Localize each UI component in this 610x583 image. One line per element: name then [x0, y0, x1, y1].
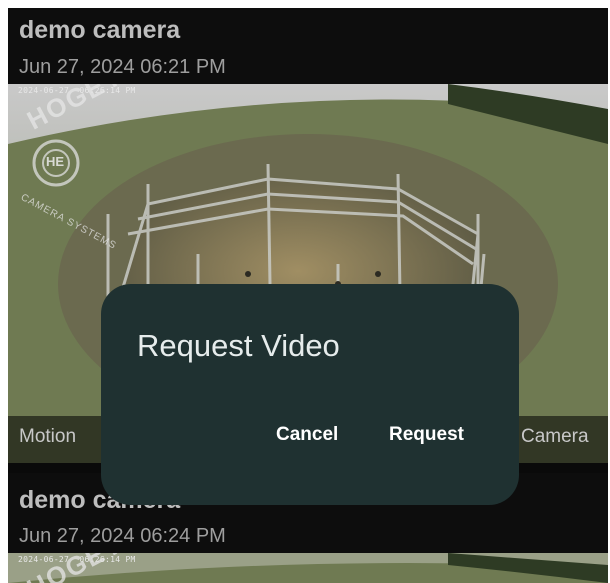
- caption-motion: Motion: [19, 426, 77, 447]
- card-datetime: Jun 27, 2024 06:24 PM: [19, 525, 226, 547]
- request-button[interactable]: Request: [389, 424, 464, 446]
- watermark-monogram: HE: [46, 154, 65, 169]
- caption-camera: Camera: [521, 426, 589, 447]
- dialog-title: Request Video: [137, 328, 340, 363]
- cancel-button[interactable]: Cancel: [276, 424, 338, 446]
- camera-snapshot[interactable]: 2024-06-27 06:26:14 PM HOGEYE: [8, 553, 608, 583]
- card-title: demo camera: [19, 16, 181, 44]
- card-datetime: Jun 27, 2024 06:21 PM: [19, 56, 226, 78]
- request-video-dialog: Request Video Cancel Request: [101, 284, 519, 505]
